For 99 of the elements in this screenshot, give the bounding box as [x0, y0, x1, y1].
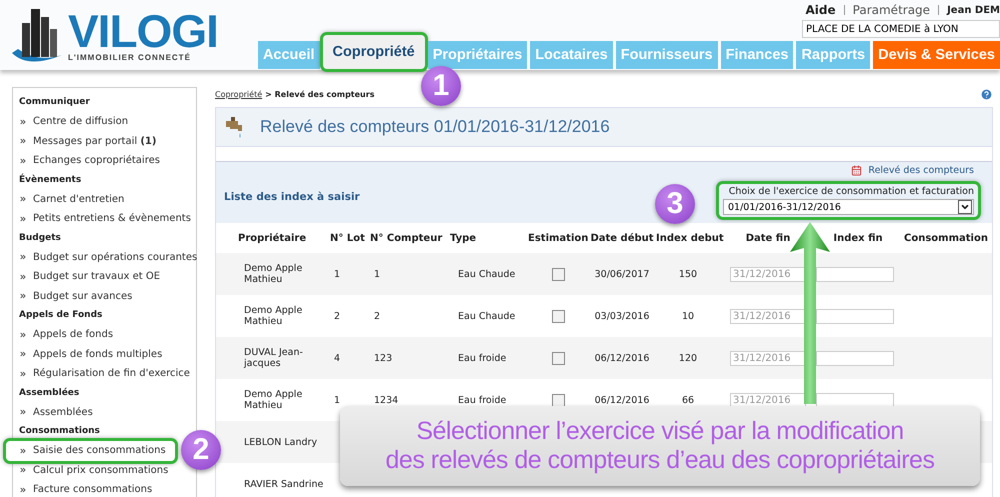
- select-label: Choix de l'exercice de consommation et facturation: [728, 186, 974, 197]
- table-cell-text: 123: [373, 352, 394, 364]
- sidebar-section-title: Assemblées: [19, 386, 80, 400]
- column-header: Propriétaire: [237, 232, 308, 244]
- nav-tab[interactable]: Copropriété: [322, 35, 425, 69]
- column-header: Type: [450, 232, 478, 244]
- chevrons-icon: [19, 214, 27, 223]
- end-index-field[interactable]: [816, 392, 894, 408]
- column-header: N° Compteur: [370, 232, 444, 244]
- table-cell-text: 06/12/2016: [594, 394, 650, 406]
- table-cell-text: 03/03/2016: [594, 310, 650, 322]
- sidebar-item[interactable]: Appels de fonds: [19, 325, 114, 344]
- table-cell-text: 66: [680, 394, 696, 406]
- table-cell-text: Demo Apple Mathieu: [243, 305, 304, 327]
- sidebar-item[interactable]: Petits entretiens & évènements: [19, 209, 191, 228]
- table-cell-text: 2: [373, 310, 382, 322]
- sidebar-item[interactable]: Budget sur avances: [19, 286, 132, 306]
- chevrons-icon: [19, 253, 27, 262]
- sidebar-item[interactable]: Echanges copropriétaires: [19, 151, 160, 170]
- list-title: Liste des index à saisir: [224, 191, 360, 203]
- sidebar-item[interactable]: Calcul prix consommations: [19, 460, 168, 480]
- end-index-field[interactable]: [816, 308, 894, 324]
- sidebar-section-title: Appels de Fonds: [19, 309, 104, 322]
- column-header: Consommation: [903, 232, 989, 244]
- sidebar-section-title: Communiquer: [19, 96, 91, 109]
- breadcrumb-current: > Relevé des compteurs: [265, 90, 374, 98]
- sidebar-item[interactable]: Messages par portail (1): [19, 132, 156, 151]
- breadcrumb-link[interactable]: Copropriété: [215, 90, 262, 98]
- meter-readings-link[interactable]: Relevé des compteurs: [851, 165, 974, 176]
- table-cell-text: Eau froide: [457, 394, 508, 406]
- table-cell-text: 1234: [373, 394, 400, 406]
- sidebar-item[interactable]: Carnet d'entretien: [19, 190, 124, 209]
- table-cell-text: 1: [333, 268, 342, 280]
- estimation-checkbox[interactable]: [552, 310, 564, 322]
- table-cell-text: DUVAL Jean-jacques: [242, 347, 304, 369]
- column-header: Estimation: [528, 232, 588, 244]
- estimation-checkbox[interactable]: [552, 352, 564, 364]
- table-cell-text: 120: [678, 352, 698, 364]
- column-header: Index fin: [832, 232, 884, 244]
- table-cell-text: Demo Apple Mathieu: [243, 389, 304, 411]
- sidebar-item[interactable]: Facture consommations: [19, 480, 152, 497]
- location-field[interactable]: PLACE DE LA COMEDIE à LYON: [802, 20, 1000, 38]
- top-link[interactable]: Jean DEM: [947, 4, 1000, 16]
- chevrons-icon: [19, 118, 27, 126]
- chevrons-icon: [19, 370, 27, 378]
- estimation-checkbox[interactable]: [552, 268, 564, 280]
- table-cell-text: 10: [680, 310, 696, 322]
- sidebar-item[interactable]: Centre de diffusion: [19, 112, 128, 132]
- chevrons-icon: [19, 272, 27, 281]
- page-title: Relevé des compteurs 01/01/2016-31/12/2016: [260, 117, 610, 137]
- estimation-checkbox[interactable]: [552, 394, 564, 406]
- dropdown-icon: [960, 202, 970, 212]
- chevrons-icon: [19, 195, 27, 204]
- sidebar-item[interactable]: Budget sur opérations courantes: [19, 248, 198, 267]
- sidebar-section-title: Évènements: [19, 172, 82, 186]
- chevrons-icon: [19, 486, 27, 494]
- table-cell-text: LEBLON Landry: [243, 436, 318, 448]
- sidebar-section-title: Consommations: [19, 425, 101, 438]
- table-cell-text: 4: [333, 352, 342, 364]
- end-index-field[interactable]: [816, 266, 894, 282]
- top-link[interactable]: Aide: [806, 3, 836, 17]
- table-cell-text: 30/06/2017: [594, 268, 650, 280]
- table-cell-text: 06/12/2016: [594, 352, 650, 364]
- chevrons-icon: [19, 350, 27, 358]
- calendar-icon: [851, 165, 862, 176]
- sidebar-item[interactable]: Appels de fonds multiples: [19, 344, 162, 364]
- table-cell-text: Eau froide: [457, 352, 508, 364]
- table-cell-text: Eau Chaude: [457, 310, 516, 322]
- table-cell-text: RAVIER Sandrine: [243, 478, 324, 490]
- chevrons-icon: [19, 408, 27, 416]
- table-cell-text: Demo Apple Mathieu: [243, 263, 304, 285]
- top-link[interactable]: Paramétrage: [852, 3, 930, 17]
- chevrons-icon: [19, 330, 27, 339]
- step-number: 1: [421, 66, 461, 106]
- chevrons-icon: [19, 466, 27, 474]
- sidebar-item[interactable]: Assemblées: [19, 402, 93, 422]
- sidebar-section-title: Budgets: [19, 232, 62, 244]
- table-cell-text: 2: [333, 310, 342, 322]
- step-number: 2: [181, 430, 221, 470]
- column-header: N° Lot: [330, 232, 366, 244]
- logo-name: VILOGI: [68, 8, 218, 52]
- chevrons-icon: [19, 292, 27, 300]
- chevrons-icon: [19, 137, 27, 146]
- table-cell-text: 1: [333, 394, 342, 406]
- chevrons-icon: [19, 446, 27, 455]
- logo-tagline: L'IMMOBILIER CONNECTÉ: [68, 52, 192, 62]
- sidebar-item[interactable]: Saisie des consommations: [6, 441, 175, 460]
- help-icon[interactable]: [980, 88, 993, 100]
- column-header: Date début: [589, 232, 655, 244]
- callout-text: Sélectionner l’exercice visé par la modification: [416, 417, 904, 446]
- sidebar-item[interactable]: Régularisation de fin d'exercice: [19, 364, 190, 384]
- callout-text: des relevés de compteurs d’eau des copropriétaires: [386, 446, 934, 475]
- sidebar-item[interactable]: Budget sur travaux et OE: [19, 267, 160, 286]
- chevrons-icon: [19, 156, 27, 165]
- table-cell-text: Eau Chaude: [457, 268, 516, 280]
- end-index-field[interactable]: [816, 350, 894, 366]
- exercise-select[interactable]: 01/01/2016-31/12/2016: [723, 199, 974, 215]
- table-cell-text: 1: [373, 268, 382, 280]
- table-cell-text: 150: [678, 268, 698, 280]
